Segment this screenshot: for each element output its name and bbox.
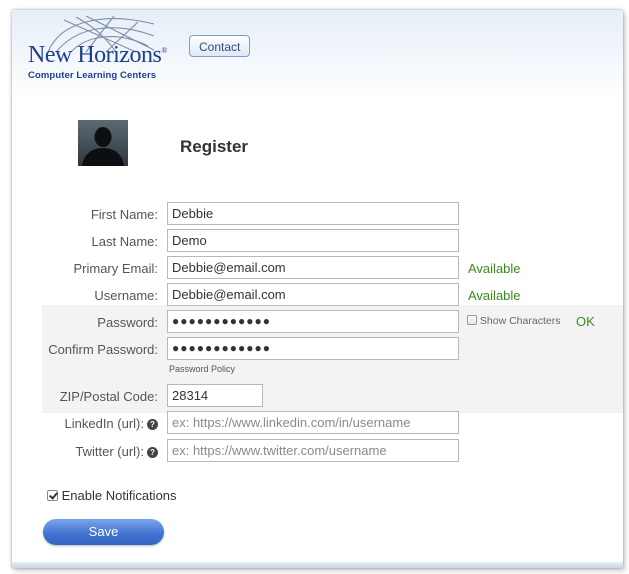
last-name-field[interactable]	[167, 229, 459, 252]
username-field[interactable]	[167, 283, 459, 306]
linkedin-url-field[interactable]	[167, 411, 459, 434]
first-name-label: First Name:	[90, 207, 158, 222]
logo-registered-mark: ®	[161, 46, 167, 55]
header: New Horizons® Computer Learning Centers …	[12, 10, 623, 100]
logo-name: New Horizons	[28, 42, 162, 68]
twitter-label-wrap: Twitter (url):?	[12, 444, 158, 459]
primary-email-field[interactable]	[167, 256, 459, 279]
register-card: New Horizons® Computer Learning Centers …	[12, 10, 623, 568]
password-field[interactable]: ●●●●●●●●●●●●	[167, 310, 459, 333]
enable-notifications-label: Enable Notifications	[61, 488, 177, 503]
linkedin-label: LinkedIn (url):	[64, 416, 144, 431]
password-policy-link[interactable]: Password Policy	[169, 364, 235, 374]
password-label: Password:	[97, 315, 158, 330]
show-characters-checkbox[interactable]	[467, 315, 477, 325]
bottom-bar	[12, 562, 623, 568]
enable-notifications-toggle[interactable]: Enable Notifications	[47, 488, 177, 503]
last-name-label: Last Name:	[91, 234, 158, 249]
avatar	[78, 120, 128, 166]
username-availability-status: Available	[468, 288, 521, 303]
contact-button[interactable]: Contact	[189, 35, 251, 57]
page-title: Register	[180, 137, 249, 156]
password-status: OK	[576, 314, 595, 329]
save-button[interactable]: Save	[43, 519, 164, 545]
linkedin-label-wrap: LinkedIn (url):?	[12, 416, 158, 431]
twitter-label: Twitter (url):	[75, 444, 144, 459]
confirm-password-field[interactable]: ●●●●●●●●●●●●	[167, 337, 459, 360]
show-characters-toggle[interactable]: Show Characters	[467, 315, 560, 327]
first-name-field[interactable]	[167, 202, 459, 225]
new-horizons-logo[interactable]: New Horizons® Computer Learning Centers	[26, 14, 186, 90]
help-icon[interactable]: ?	[147, 447, 158, 458]
primary-email-label: Primary Email:	[73, 261, 158, 276]
zip-label: ZIP/Postal Code:	[59, 389, 158, 404]
twitter-url-field[interactable]	[167, 439, 459, 462]
username-label: Username:	[94, 288, 158, 303]
confirm-password-label: Confirm Password:	[48, 342, 158, 357]
logo-subtitle: Computer Learning Centers	[28, 70, 157, 81]
enable-notifications-checkbox[interactable]	[47, 490, 58, 501]
email-availability-status: Available	[468, 261, 521, 276]
zip-field[interactable]	[167, 384, 263, 407]
show-characters-label: Show Characters	[479, 315, 561, 327]
avatar-icon	[82, 127, 124, 166]
help-icon[interactable]: ?	[147, 419, 158, 430]
